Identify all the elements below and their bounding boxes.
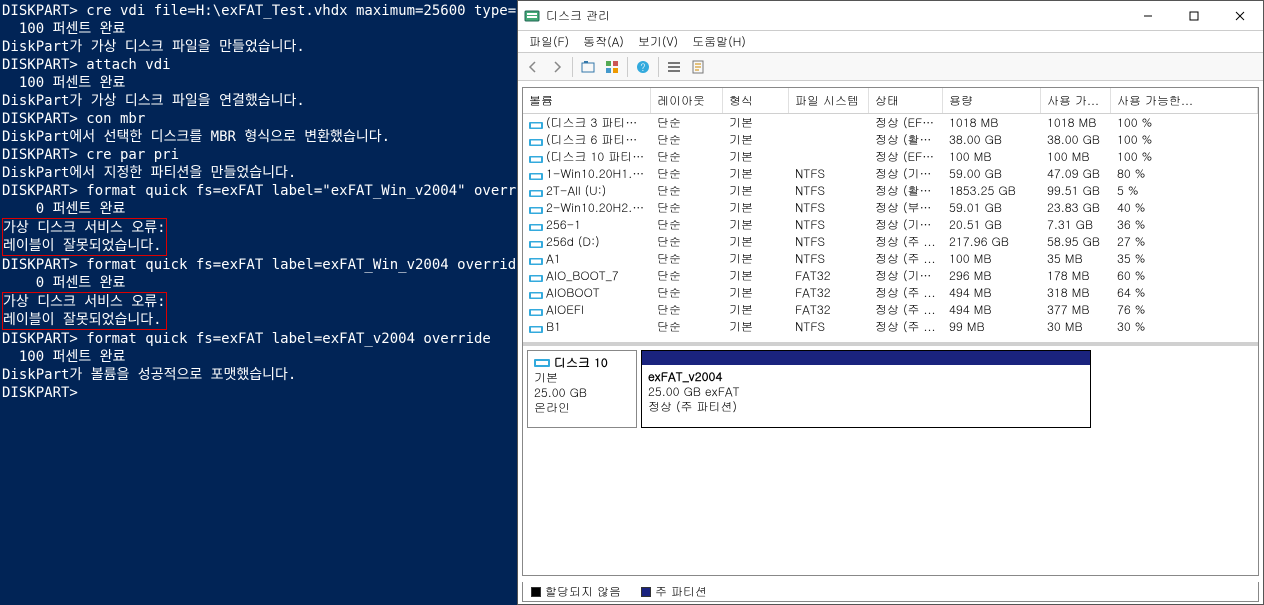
col-status[interactable]: 상태	[869, 88, 943, 113]
terminal-line: DISKPART> format quick fs=exFAT label=ex…	[2, 256, 517, 274]
volume-icon	[529, 203, 543, 214]
up-button[interactable]	[577, 56, 599, 78]
disk-management-body: 볼륨 레이아웃 형식 파일 시스템 상태 용량 사용 가... 사용 가능한..…	[522, 87, 1259, 576]
terminal-line: DiskPart가 가상 디스크 파일을 연결했습니다.	[2, 92, 517, 110]
forward-button[interactable]	[546, 56, 568, 78]
legend-unallocated: 할당되지 않음	[531, 583, 621, 600]
volume-row[interactable]: 2T-All (U:)단순기본NTFS정상 (활성...1853.25 GB99…	[523, 182, 1258, 199]
terminal-line: DiskPart에서 선택한 디스크를 MBR 형식으로 변환했습니다.	[2, 128, 517, 146]
partition-body: exFAT_v2004 25.00 GB exFAT 정상 (주 파티션)	[642, 365, 1090, 418]
menu-view[interactable]: 보기(V)	[631, 31, 685, 52]
minimize-button[interactable]	[1125, 1, 1171, 30]
col-free[interactable]: 사용 가능한...	[1111, 88, 1258, 113]
list-button[interactable]	[663, 56, 685, 78]
volume-row[interactable]: 1-Win10.20H1.PR...단순기본NTFS정상 (기본...59.00…	[523, 165, 1258, 182]
menubar: 파일(F) 동작(A) 보기(V) 도움말(H)	[518, 31, 1263, 53]
disk-state: 온라인	[534, 399, 570, 416]
volume-row[interactable]: 256d (D:)단순기본NTFS정상 (주 ...217.96 GB58.95…	[523, 233, 1258, 250]
toolbar-separator	[658, 57, 659, 77]
volume-row[interactable]: (디스크 10 파티션...단순기본정상 (EFI ...100 MB100 M…	[523, 148, 1258, 165]
volume-list[interactable]: 볼륨 레이아웃 형식 파일 시스템 상태 용량 사용 가... 사용 가능한..…	[523, 88, 1258, 346]
terminal-line: DiskPart가 볼륨을 성공적으로 포맷했습니다.	[2, 366, 517, 384]
terminal-line: 0 퍼센트 완료	[2, 200, 517, 218]
volume-icon	[529, 220, 543, 231]
disk-row[interactable]: 디스크 10 기본 25.00 GB 온라인 exFAT_v2004 25.00…	[527, 350, 1254, 428]
disk-info-panel[interactable]: 디스크 10 기본 25.00 GB 온라인	[527, 350, 637, 428]
properties-button[interactable]	[687, 56, 709, 78]
svg-text:?: ?	[640, 60, 645, 74]
terminal-line: DISKPART> cre par pri	[2, 146, 517, 164]
disk-name: 디스크 10	[554, 354, 608, 371]
volume-row[interactable]: B1단순기본NTFS정상 (주 ...99 MB30 MB30 %	[523, 318, 1258, 335]
menu-action[interactable]: 동작(A)	[576, 31, 631, 52]
volume-icon	[529, 288, 543, 299]
volume-icon	[529, 254, 543, 265]
terminal-line: 100 퍼센트 완료	[2, 20, 517, 38]
disk-partition[interactable]: exFAT_v2004 25.00 GB exFAT 정상 (주 파티션)	[641, 350, 1091, 428]
legend: 할당되지 않음 주 파티션	[522, 582, 1259, 602]
legend-unallocated-label: 할당되지 않음	[545, 583, 621, 600]
swatch-primary-icon	[641, 587, 651, 597]
volume-icon	[529, 169, 543, 180]
col-layout[interactable]: 레이아웃	[651, 88, 723, 113]
volume-row[interactable]: (디스크 3 파티션 1)단순기본정상 (EFI ...1018 MB1018 …	[523, 114, 1258, 131]
toolbar-separator	[572, 57, 573, 77]
close-button[interactable]	[1217, 1, 1263, 30]
partition-color-bar	[642, 351, 1090, 365]
toolbar-separator	[627, 57, 628, 77]
terminal-line: 100 퍼센트 완료	[2, 74, 517, 92]
volume-icon	[529, 305, 543, 316]
volume-icon	[529, 152, 543, 163]
volume-list-header: 볼륨 레이아웃 형식 파일 시스템 상태 용량 사용 가... 사용 가능한..…	[523, 88, 1258, 114]
volume-icon	[529, 322, 543, 333]
terminal-line: 100 퍼센트 완료	[2, 348, 517, 366]
col-type[interactable]: 형식	[723, 88, 789, 113]
app-icon	[524, 8, 540, 24]
volume-icon	[529, 186, 543, 197]
disk-graphical-view[interactable]: 디스크 10 기본 25.00 GB 온라인 exFAT_v2004 25.00…	[523, 346, 1258, 575]
error-message: 가상 디스크 서비스 오류:레이블이 잘못되었습니다.	[2, 292, 167, 330]
legend-primary: 주 파티션	[641, 583, 707, 600]
menu-file[interactable]: 파일(F)	[522, 31, 576, 52]
col-available[interactable]: 사용 가...	[1041, 88, 1111, 113]
titlebar[interactable]: 디스크 관리	[518, 1, 1263, 31]
help-button[interactable]: ?	[632, 56, 654, 78]
col-capacity[interactable]: 용량	[943, 88, 1041, 113]
volume-row[interactable]: (디스크 6 파티션 1)단순기본정상 (활성...38.00 GB38.00 …	[523, 131, 1258, 148]
volume-row[interactable]: A1단순기본NTFS정상 (주 ...100 MB35 MB35 %	[523, 250, 1258, 267]
terminal-line: DISKPART> cre vdi file=H:\exFAT_Test.vhd…	[2, 2, 517, 20]
terminal-line: DiskPart가 가상 디스크 파일을 만들었습니다.	[2, 38, 517, 56]
col-filesystem[interactable]: 파일 시스템	[789, 88, 869, 113]
error-message: 가상 디스크 서비스 오류:레이블이 잘못되었습니다.	[2, 218, 167, 256]
terminal-line: DISKPART>	[2, 384, 517, 402]
disk-icon	[534, 357, 550, 369]
volume-row[interactable]: 2-Win10.20H2.En...단순기본NTFS정상 (부팅...59.01…	[523, 199, 1258, 216]
volume-icon	[529, 237, 543, 248]
volume-icon	[529, 271, 543, 282]
partition-status: 정상 (주 파티션)	[648, 398, 737, 415]
terminal-line: DiskPart에서 지정한 파티션을 만들었습니다.	[2, 164, 517, 182]
volume-row[interactable]: AIOEFI단순기본FAT32정상 (주 ...494 MB377 MB76 %	[523, 301, 1258, 318]
terminal-line: DISKPART> format quick fs=exFAT label=ex…	[2, 330, 517, 348]
col-volume[interactable]: 볼륨	[523, 88, 651, 113]
window-title: 디스크 관리	[546, 7, 1125, 24]
volume-row[interactable]: AIOBOOT단순기본FAT32정상 (주 ...494 MB318 MB64 …	[523, 284, 1258, 301]
maximize-button[interactable]	[1171, 1, 1217, 30]
terminal-line: DISKPART> attach vdi	[2, 56, 517, 74]
terminal-line: DISKPART> format quick fs=exFAT label="e…	[2, 182, 517, 200]
volume-row[interactable]: AIO_BOOT_7단순기본FAT32정상 (기본...296 MB178 MB…	[523, 267, 1258, 284]
swatch-unallocated-icon	[531, 587, 541, 597]
diskpart-terminal[interactable]: DISKPART> cre vdi file=H:\exFAT_Test.vhd…	[0, 0, 517, 605]
back-button[interactable]	[522, 56, 544, 78]
volume-row[interactable]: 256-1단순기본NTFS정상 (기본...20.51 GB7.31 GB36 …	[523, 216, 1258, 233]
volume-icon	[529, 118, 543, 129]
terminal-line: DISKPART> con mbr	[2, 110, 517, 128]
disk-management-window: 디스크 관리 파일(F) 동작(A) 보기(V) 도움말(H) ? 볼륨 레이아…	[517, 0, 1264, 605]
terminal-line: 0 퍼센트 완료	[2, 274, 517, 292]
refresh-button[interactable]	[601, 56, 623, 78]
volume-icon	[529, 135, 543, 146]
legend-primary-label: 주 파티션	[655, 583, 707, 600]
menu-help[interactable]: 도움말(H)	[685, 31, 753, 52]
toolbar: ?	[518, 53, 1263, 81]
